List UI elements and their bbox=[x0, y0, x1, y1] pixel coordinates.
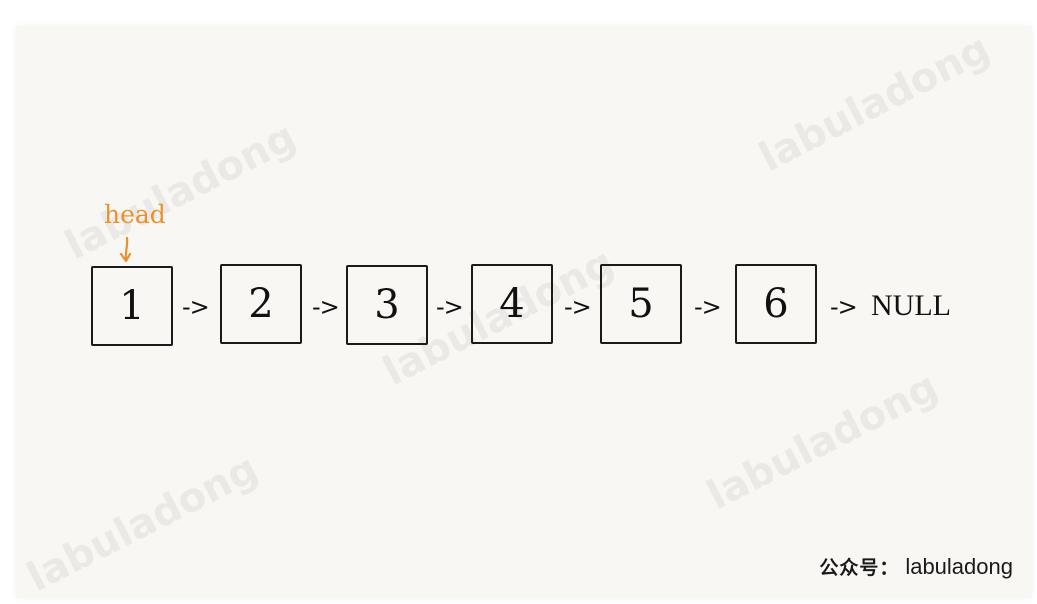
next-arrow: -> bbox=[564, 293, 592, 321]
list-node-1: 1 bbox=[91, 266, 173, 346]
list-node-5: 5 bbox=[600, 264, 682, 344]
null-terminator: NULL bbox=[871, 289, 951, 322]
list-node-6: 6 bbox=[735, 264, 817, 344]
next-arrow: -> bbox=[436, 293, 464, 321]
next-arrow: -> bbox=[182, 293, 210, 321]
next-arrow: -> bbox=[694, 293, 722, 321]
list-node-2: 2 bbox=[220, 264, 302, 344]
head-label: head bbox=[104, 200, 166, 229]
next-arrow: -> bbox=[830, 293, 858, 321]
next-arrow: -> bbox=[312, 293, 340, 321]
footer-prefix: 公众号： bbox=[819, 557, 900, 579]
list-node-3: 3 bbox=[346, 265, 428, 345]
list-node-4: 4 bbox=[471, 264, 553, 344]
footer-account: labuladong bbox=[905, 553, 1013, 579]
diagram-canvas: labuladong labuladong labuladong labulad… bbox=[0, 0, 1037, 604]
footer-credit: 公众号： labuladong bbox=[819, 553, 1013, 580]
head-pointer-arrow-icon bbox=[119, 236, 132, 263]
